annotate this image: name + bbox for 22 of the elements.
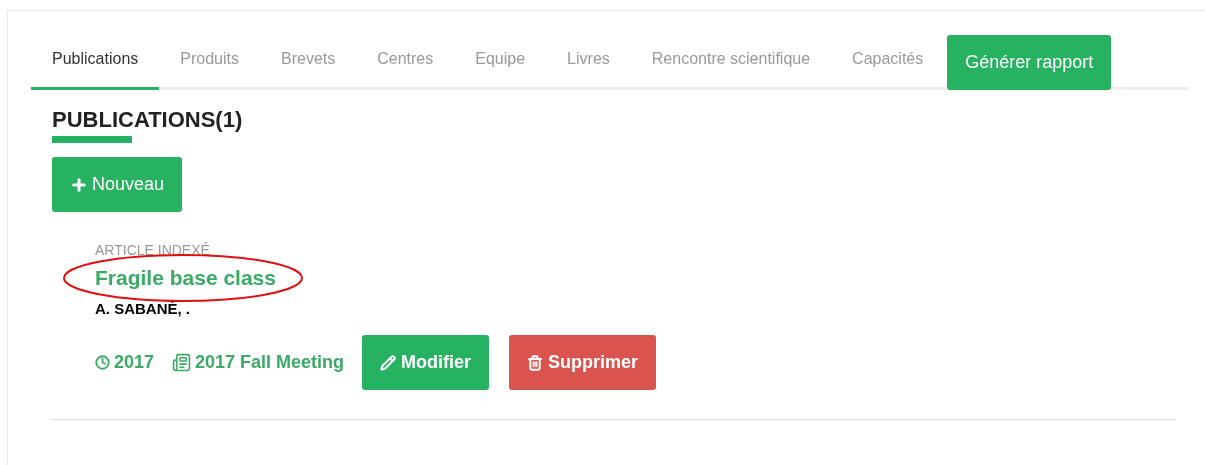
publication-year: 2017 — [114, 351, 155, 374]
tab[interactable]: Produits — [159, 47, 260, 90]
clock-icon — [95, 355, 110, 370]
plus-icon — [70, 175, 88, 194]
tab[interactable]: Capacités — [831, 47, 945, 90]
section-heading: PUBLICATIONS(1) — [52, 106, 243, 134]
edit-button[interactable]: Modifier — [362, 335, 490, 390]
tab[interactable]: Equipe — [454, 47, 547, 90]
generate-report-button[interactable]: Générer rapport — [947, 35, 1112, 90]
publication-authors: A. SABANÉ, . — [95, 300, 190, 318]
publication-type: ARTICLE INDEXÉ — [95, 241, 210, 259]
pencil-icon — [380, 354, 397, 371]
trash-icon — [527, 354, 544, 371]
tab[interactable]: Centres — [356, 47, 455, 90]
tab[interactable]: Rencontre scientifique — [630, 47, 832, 90]
tab[interactable]: Livres — [546, 47, 631, 90]
tab[interactable]: Brevets — [260, 47, 357, 90]
new-button[interactable]: Nouveau — [52, 157, 183, 212]
publication-venue: 2017 Fall Meeting — [195, 351, 345, 374]
newspaper-icon — [172, 353, 192, 372]
tab[interactable]: Publications — [31, 47, 160, 90]
delete-button[interactable]: Supprimer — [509, 335, 657, 390]
